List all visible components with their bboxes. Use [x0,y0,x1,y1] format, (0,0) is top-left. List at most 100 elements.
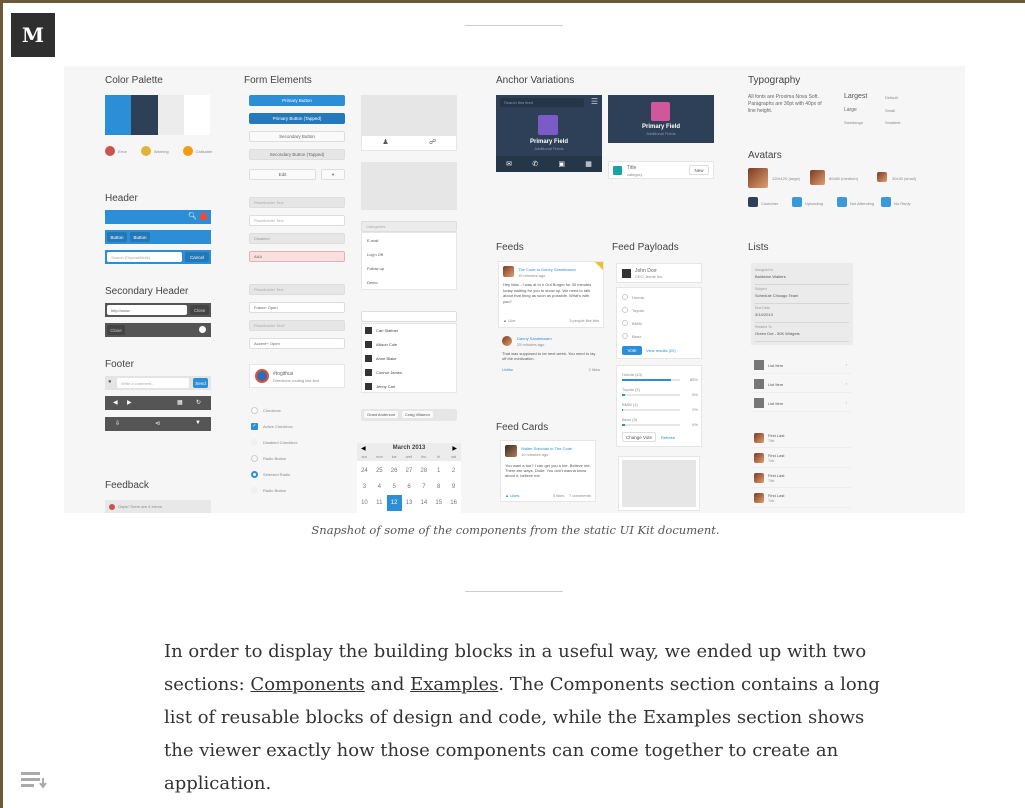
back-arrow-icon[interactable]: ◀ [113,399,118,406]
people-search-input[interactable] [361,311,457,322]
filter-icon[interactable]: ☰ [591,97,598,106]
refresh-icon[interactable]: ↻ [196,399,201,406]
poll-option[interactable]: Honda [622,294,644,300]
like-label[interactable]: Like [508,318,515,323]
calendar-day-selected[interactable]: 12 [386,495,402,511]
person-item[interactable]: Anne Blake [365,355,396,362]
unlike-button[interactable]: Unlike [502,367,513,372]
reply-author[interactable]: Danny Sandekwam [517,336,552,341]
feed-search-input[interactable]: Search this feed [500,98,584,107]
list-item[interactable]: List Item › [751,375,851,393]
comment-input[interactable]: Write a comment... [117,378,189,388]
person-list-item[interactable]: First Last Title [751,469,851,488]
active-checkbox-item[interactable]: ✓ Active Checkbox [251,423,293,430]
header-button-2[interactable]: Button [130,232,150,242]
new-button[interactable]: New [689,165,709,175]
calendar-day[interactable]: 2 [446,463,461,479]
radio-item[interactable]: Radio Button [251,455,286,462]
primary-button-tapped[interactable]: Primary Button (Tapped) [249,113,345,124]
tag[interactable]: Grant Anderson [364,411,399,418]
person-item[interactable]: Jenny Carl [365,383,395,390]
download-icon[interactable]: ⇩ [115,420,120,427]
calendar-day[interactable]: 6 [402,479,417,495]
url-close-button[interactable]: Close [190,305,209,315]
dropdown-toggle-button[interactable]: ▾ [321,169,345,180]
dropdown-item[interactable]: Follow up [367,266,384,271]
calendar-day[interactable]: 11 [372,495,387,511]
calendar-day[interactable]: 24 [357,463,372,479]
share-icon[interactable]: ⊲ [155,420,160,427]
placeholder-input[interactable]: Placeholder Text [249,215,345,226]
person-list-item[interactable]: First Last Title [751,449,851,468]
dropdown-item[interactable]: Log'n Off [367,252,383,257]
phone-icon[interactable]: ✆ [532,160,538,168]
radio-item-2[interactable]: Radio Button [251,487,286,494]
add-user-icon[interactable]: ♟ [362,136,409,150]
error-input[interactable]: AAA [249,251,345,262]
header-button-1[interactable]: Button [107,232,127,242]
next-month-icon[interactable]: ▶ [452,445,457,452]
card-comments[interactable]: 7 comments [569,493,591,498]
vote-button[interactable]: Vote [622,346,642,355]
dropdown-icon[interactable]: ▼ [195,420,201,426]
checkbox-item[interactable]: Checkbox [251,407,281,414]
person-list-item[interactable]: First Last Title [751,489,851,508]
calendar-day[interactable]: 8 [431,479,446,495]
chat-icon[interactable]: ▣ [558,160,565,168]
dropdown-item[interactable]: E-mail [367,238,378,243]
calendar-day[interactable]: 3 [357,479,372,495]
bookmark-icon[interactable]: ▦ [177,399,183,406]
mail-icon[interactable]: ✉ [506,160,512,168]
dropdown-item[interactable]: Demo [367,280,378,285]
primary-button[interactable]: Primary Button [249,95,345,106]
card-author[interactable]: Walter Sobchak to The Code [521,446,572,451]
calendar-day[interactable]: 15 [431,495,446,511]
tag-input[interactable]: Grant Anderson Craig Villamor [361,409,457,421]
anchor-list-item[interactable]: Title category New [608,161,714,179]
calendar-day[interactable]: 27 [402,463,417,479]
calendar-day[interactable]: 13 [402,495,417,511]
user-picker[interactable]: #togithus Directions routing line text [249,364,345,388]
person-list-item[interactable]: First Last Title [751,429,851,448]
reading-list-icon[interactable] [21,770,49,790]
selected-radio-item[interactable]: Selected Radio [251,471,290,478]
calendar-day[interactable]: 14 [416,495,431,511]
person-item[interactable]: Allison Cole [365,341,397,348]
secondary-button[interactable]: Secondary Button [249,131,345,142]
header-cancel-button[interactable]: Cancel [185,252,209,262]
tag[interactable]: Craig Villamor [402,411,434,418]
url-input[interactable]: http://www [107,305,187,315]
edit-button[interactable]: Edit [249,169,316,180]
refresh-link[interactable]: Refresh [661,435,675,440]
calendar-icon[interactable]: ▦ [585,160,592,168]
calendar-day[interactable]: 10 [357,495,372,511]
calendar-day[interactable]: 7 [416,479,431,495]
categories-select[interactable]: Categories [361,221,457,232]
calendar-day[interactable]: 28 [416,463,431,479]
calendar-day[interactable]: 4 [372,479,387,495]
send-button[interactable]: Send [193,378,208,388]
close-button[interactable]: Close [107,325,125,335]
calendar-day[interactable]: 25 [372,463,387,479]
select-frame[interactable]: Frame: Open [249,302,345,313]
components-link[interactable]: Components [250,674,364,695]
calendar-day[interactable]: 16 [446,495,461,511]
card-like[interactable]: Likes [510,493,519,498]
secondary-button-tapped[interactable]: Secondary Button (Tapped) [249,149,345,160]
person-item[interactable]: Carl Slattner [365,327,398,334]
forward-arrow-icon[interactable]: ▶ [127,399,132,406]
calendar-day[interactable]: 9 [446,479,461,495]
poll-option[interactable]: Toyota [622,307,644,313]
list-item[interactable]: List Item › [751,356,851,374]
calendar-day[interactable]: 26 [387,463,402,479]
examples-link[interactable]: Examples [410,674,498,695]
list-item[interactable]: List Item › [751,394,851,412]
select-placeholder-1[interactable]: Placeholder Text [249,284,345,295]
select-placeholder-2[interactable]: Placeholder Text* [249,320,345,331]
poll-option[interactable]: Benz [622,333,641,339]
poll-option[interactable]: BMW [622,320,642,326]
feed-recipient-link[interactable]: Doney Sandekwam [541,267,576,272]
calendar-day[interactable]: 1 [431,463,446,479]
feed-author-link[interactable]: The Code [518,267,536,272]
change-vote-button[interactable]: Change Vote [622,432,656,442]
